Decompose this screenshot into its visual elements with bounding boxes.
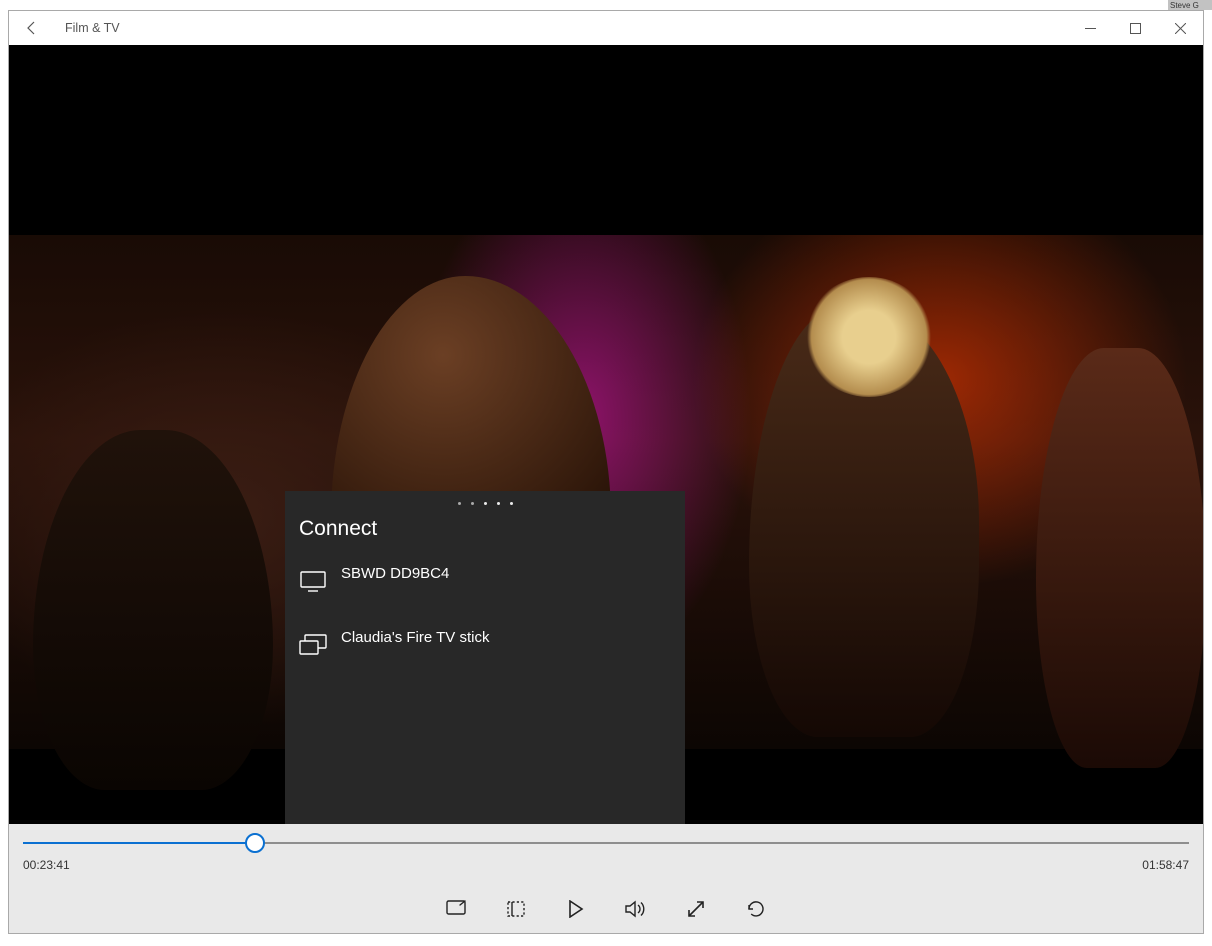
playback-controls: 00:23:41 01:58:47: [9, 824, 1203, 933]
total-time: 01:58:47: [1142, 858, 1189, 872]
fullscreen-button[interactable]: [681, 894, 711, 924]
play-icon: [568, 900, 584, 918]
maximize-button[interactable]: [1113, 11, 1158, 45]
monitor-icon: [299, 569, 327, 593]
cast-device-item[interactable]: Claudia's Fire TV stick: [285, 615, 685, 679]
seek-bar[interactable]: [9, 832, 1203, 854]
volume-button[interactable]: [621, 894, 651, 924]
figure-silhouette: [33, 430, 273, 790]
cast-device-label: SBWD DD9BC4: [341, 565, 449, 582]
seek-thumb[interactable]: [245, 833, 265, 853]
background-tab-fragment: Steve G: [1168, 0, 1212, 10]
close-button[interactable]: [1158, 11, 1203, 45]
aspect-ratio-button[interactable]: [501, 894, 531, 924]
close-icon: [1175, 23, 1186, 34]
video-playback-area[interactable]: Connect SBWD DD9BC4 Claudia's Fire TV st…: [9, 45, 1203, 824]
fullscreen-icon: [687, 900, 705, 918]
play-button[interactable]: [561, 894, 591, 924]
repeat-icon: [746, 899, 766, 919]
window-titlebar: Film & TV: [9, 11, 1203, 45]
cast-button[interactable]: [441, 894, 471, 924]
back-button[interactable]: [17, 13, 47, 43]
cast-device-label: Claudia's Fire TV stick: [341, 629, 489, 646]
figure-silhouette: [1036, 348, 1203, 768]
minimize-icon: [1085, 23, 1096, 34]
minimize-button[interactable]: [1068, 11, 1113, 45]
connect-flyout: Connect SBWD DD9BC4 Claudia's Fire TV st…: [285, 491, 685, 824]
figure-silhouette: [749, 307, 979, 737]
aspect-ratio-icon: [507, 900, 525, 918]
cast-icon: [446, 900, 466, 918]
app-title: Film & TV: [65, 21, 120, 35]
arrow-left-icon: [24, 20, 40, 36]
window-controls: [1068, 11, 1203, 45]
multi-monitor-icon: [299, 633, 327, 657]
connect-heading: Connect: [285, 509, 685, 551]
cast-device-item[interactable]: SBWD DD9BC4: [285, 551, 685, 615]
seek-fill: [23, 842, 255, 844]
repeat-button[interactable]: [741, 894, 771, 924]
volume-icon: [625, 900, 647, 918]
maximize-icon: [1130, 23, 1141, 34]
current-time: 00:23:41: [23, 858, 70, 872]
searching-indicator: [285, 491, 685, 509]
film-tv-app-window: Film & TV Connect: [8, 10, 1204, 934]
